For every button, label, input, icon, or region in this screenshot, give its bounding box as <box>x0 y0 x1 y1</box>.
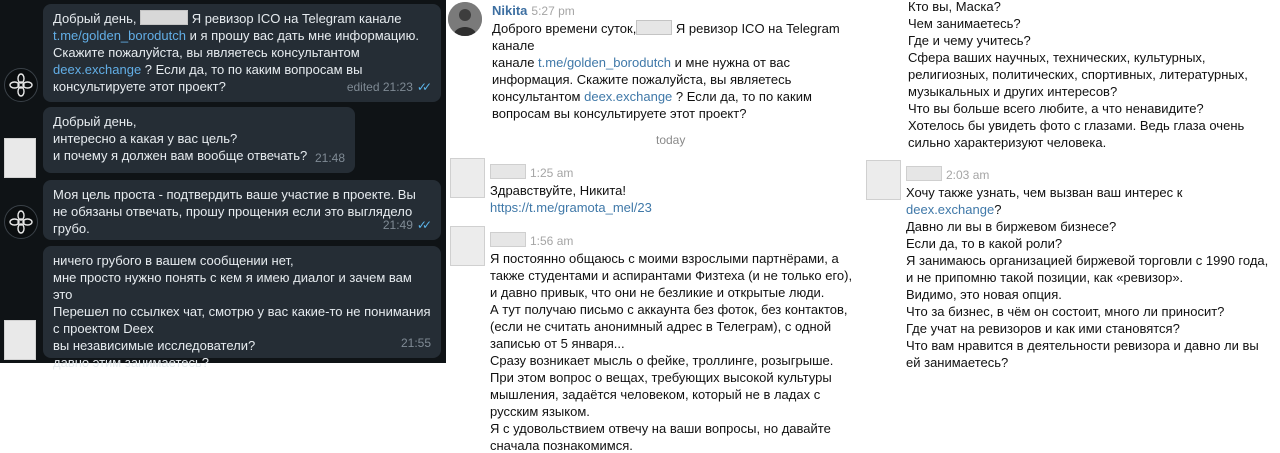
message-text: Доброго времени суток, Я ревизор ICO на … <box>492 20 840 121</box>
message-time: 5:27 pm <box>531 4 575 18</box>
contact-avatar[interactable] <box>4 138 36 178</box>
redacted-name <box>140 10 189 25</box>
message-reply-3[interactable]: 2:03 am Хочу также узнать, чем вызван ва… <box>906 166 1276 371</box>
message-questions[interactable]: Кто вы, Маска? Чем занимаетесь? Где и че… <box>908 0 1276 151</box>
message-first[interactable]: Nikita 5:27 pm Доброго времени суток, Я р… <box>492 2 862 122</box>
message-time: 1:56 am <box>530 234 574 248</box>
message-time: 21:49 <box>382 218 413 232</box>
gramota-link[interactable]: https://t.me/gramota_mel/23 <box>490 199 850 216</box>
message-time: 2:03 am <box>946 168 990 182</box>
message-text: Давно ли вы в биржевом бизнесе? Если да,… <box>906 219 1269 370</box>
deex-link[interactable]: deex.exchange <box>906 202 994 217</box>
dark-chat-panel: Добрый день, Я ревизор ICO на Telegram к… <box>0 0 446 370</box>
message-header: 1:25 am <box>490 164 850 182</box>
message-bubble-outgoing[interactable]: Моя цель проста - подтвердить ваше участ… <box>43 180 441 240</box>
message-meta: 21:55 <box>401 335 431 352</box>
message-text: Здравствуйте, Никита! <box>490 183 627 198</box>
flower-logo-icon <box>9 73 33 97</box>
flower-logo-icon <box>9 210 33 234</box>
user-avatar[interactable] <box>450 158 485 198</box>
message-bubble-outgoing[interactable]: Добрый день, Я ревизор ICO на Telegram к… <box>43 4 441 102</box>
double-check-icon: ✓✓ <box>416 80 432 94</box>
user-photo-icon <box>448 2 482 36</box>
message-time: 21:48 <box>314 151 345 165</box>
message-reply-1[interactable]: 1:25 am Здравствуйте, Никита! https://t.… <box>490 164 850 216</box>
channel-link[interactable]: t.me/golden_borodutch <box>538 55 671 70</box>
message-meta: 21:49 ✓✓ <box>382 217 432 234</box>
channel-avatar[interactable] <box>4 68 38 102</box>
redacted-name <box>636 20 673 35</box>
sender-name[interactable]: Nikita <box>492 3 527 18</box>
user-avatar[interactable] <box>448 2 482 36</box>
redacted-name <box>906 166 942 181</box>
message-reply-2[interactable]: 1:56 am Я постоянно общаюсь с моими взро… <box>490 232 854 453</box>
channel-link[interactable]: t.me/golden_borodutch <box>53 28 186 43</box>
message-text: Я постоянно общаюсь с моими взрослыми па… <box>490 251 853 453</box>
message-meta: 21:48 <box>315 150 345 167</box>
message-time: edited 21:23 <box>346 80 413 94</box>
deex-link[interactable]: deex.exchange <box>584 89 672 104</box>
channel-avatar[interactable] <box>4 205 38 239</box>
message-header: 1:56 am <box>490 232 854 250</box>
message-time: 1:25 am <box>530 166 574 180</box>
message-text: Добрый день, интересно а какая у вас цел… <box>53 114 308 163</box>
message-text-part: канале <box>492 55 539 70</box>
user-avatar[interactable] <box>866 160 901 200</box>
message-text: Кто вы, Маска? Чем занимаетесь? Где и че… <box>908 0 1248 150</box>
deex-link[interactable]: deex.exchange <box>53 62 141 77</box>
message-time: 21:55 <box>400 336 431 350</box>
message-bubble-incoming[interactable]: ничего грубого в вашем сообщении нет, мн… <box>43 246 441 370</box>
message-header: 2:03 am <box>906 166 1276 184</box>
user-avatar[interactable] <box>450 226 485 266</box>
double-check-icon: ✓✓ <box>416 218 432 232</box>
message-text: Моя цель проста - подтвердить ваше участ… <box>53 187 416 236</box>
redacted-name <box>490 164 526 179</box>
message-bubble-incoming[interactable]: Добрый день, интересно а какая у вас цел… <box>43 107 355 173</box>
message-text: ничего грубого в вашем сообщении нет, мн… <box>53 253 431 370</box>
date-divider: today <box>656 133 686 147</box>
contact-avatar[interactable] <box>4 320 36 360</box>
message-text: Хочу также узнать, чем вызван ваш интере… <box>906 185 1183 217</box>
message-header: Nikita 5:27 pm <box>492 2 862 20</box>
redacted-name <box>490 232 526 247</box>
message-meta: edited 21:23 ✓✓ <box>346 79 432 96</box>
